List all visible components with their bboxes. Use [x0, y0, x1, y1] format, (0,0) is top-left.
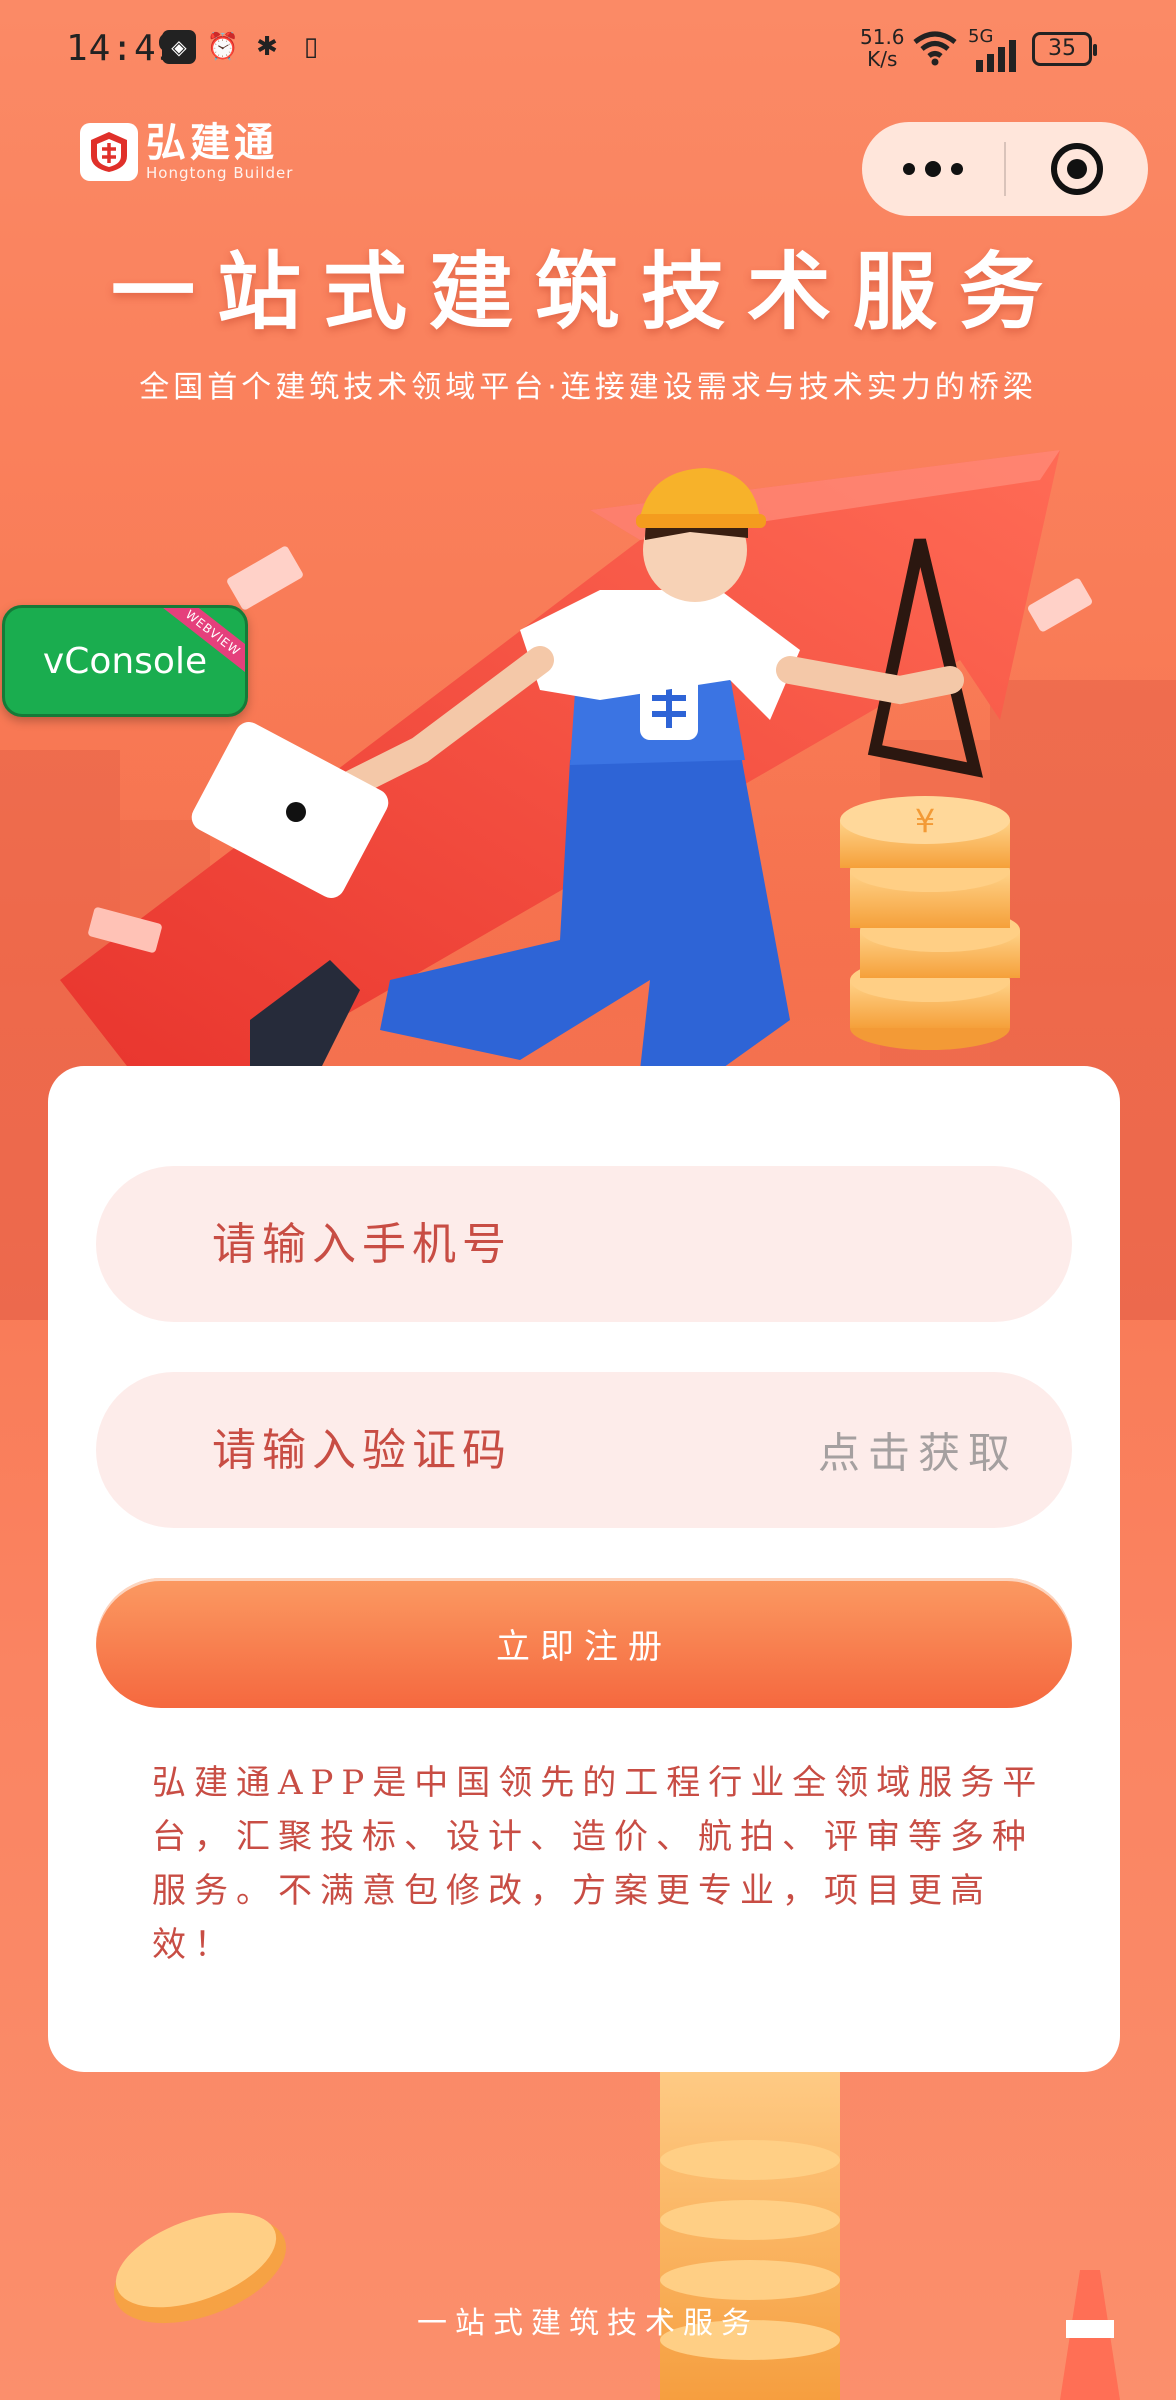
get-code-button[interactable]: 点击获取: [818, 1420, 1018, 1481]
phone-input[interactable]: [96, 1166, 1072, 1322]
signal-icon: [976, 40, 1016, 72]
footer-slogan: 一站式建筑技术服务: [417, 2306, 759, 2341]
close-icon[interactable]: [1006, 122, 1148, 216]
app-description: 弘建通APP是中国领先的工程行业全领域服务平台，汇聚投标、设计、造价、航拍、评审…: [152, 1763, 1045, 1965]
brand-subtitle: Hongtong Builder: [146, 164, 294, 182]
net-speed: 51.6 K/s: [860, 26, 905, 70]
register-button[interactable]: 立即注册: [96, 1578, 1072, 1708]
alarm-icon: ⏰: [206, 32, 240, 62]
vconsole-button[interactable]: vConsole WEBVIEW: [2, 605, 248, 717]
more-icon[interactable]: [862, 122, 1004, 216]
register-card: 点击获取 立即注册 弘建通APP是中国领先的工程行业全领域服务平台，汇聚投标、设…: [48, 1066, 1120, 2072]
hero-illustration: ¥: [60, 450, 1093, 1070]
app-icon: ◈: [162, 30, 196, 64]
vibrate-icon: ▯: [303, 32, 319, 62]
bottom-coins-decoration: [113, 2060, 1120, 2400]
status-bar: 14:49 ◈ ⏰ ✱ ▯ 51.6 K/s 5G 35: [0, 0, 1176, 100]
net-speed-value: 51.6: [860, 25, 905, 49]
net-speed-unit: K/s: [867, 47, 898, 71]
vconsole-label: vConsole: [42, 640, 208, 682]
svg-text:¥: ¥: [915, 802, 935, 840]
page-title: 一站式建筑技术服务: [110, 242, 1065, 341]
status-icons: ◈ ⏰ ✱ ▯: [162, 30, 328, 64]
brand-name: 弘建通: [146, 120, 278, 166]
phone-field[interactable]: [96, 1166, 1072, 1322]
code-input[interactable]: [96, 1372, 776, 1528]
code-field[interactable]: 点击获取: [96, 1372, 1072, 1528]
logo-icon: [80, 123, 138, 181]
page-subtitle: 全国首个建筑技术领域平台·连接建设需求与技术实力的桥梁: [139, 370, 1037, 405]
battery-icon: 35: [1032, 32, 1097, 66]
miniprogram-capsule: [862, 122, 1148, 216]
wifi-icon: [913, 31, 957, 66]
bluetooth-icon: ✱: [256, 32, 278, 62]
brand-logo: 弘建通 Hongtong Builder: [80, 122, 293, 182]
